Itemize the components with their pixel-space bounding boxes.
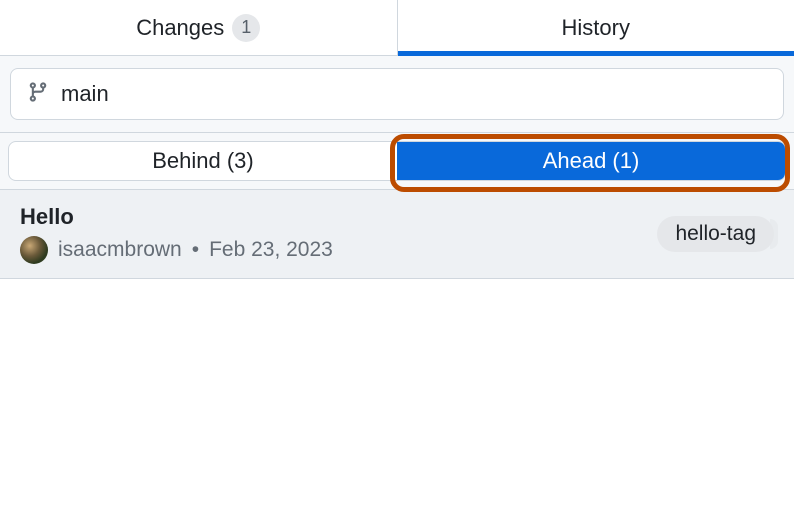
commit-date: Feb 23, 2023 <box>209 238 333 262</box>
tab-changes[interactable]: Changes 1 <box>0 0 398 55</box>
tab-history[interactable]: History <box>398 0 794 55</box>
tag-pill[interactable]: hello-tag <box>657 216 774 252</box>
tag-label: hello-tag <box>675 222 756 245</box>
avatar <box>20 236 48 264</box>
branch-selector[interactable]: main <box>10 68 784 120</box>
segment-behind-label: Behind (3) <box>152 148 254 174</box>
branch-bar: main <box>0 56 794 133</box>
commit-title: Hello <box>20 204 333 230</box>
git-branch-icon <box>27 81 49 108</box>
compare-bar: Behind (3) Ahead (1) <box>0 133 794 190</box>
segment-ahead-label: Ahead (1) <box>543 148 640 174</box>
commit-list: Hello isaacmbrown • Feb 23, 2023 hello-t… <box>0 190 794 279</box>
commit-info: Hello isaacmbrown • Feb 23, 2023 <box>20 204 333 264</box>
separator-dot: • <box>192 238 199 262</box>
segment-behind[interactable]: Behind (3) <box>9 142 397 180</box>
segment-ahead[interactable]: Ahead (1) <box>397 142 785 180</box>
changes-count-badge: 1 <box>232 14 260 42</box>
tab-changes-label: Changes <box>136 15 224 41</box>
commit-meta: isaacmbrown • Feb 23, 2023 <box>20 236 333 264</box>
segmented-control: Behind (3) Ahead (1) <box>8 141 786 181</box>
branch-name: main <box>61 81 109 107</box>
tab-bar: Changes 1 History <box>0 0 794 56</box>
commit-row[interactable]: Hello isaacmbrown • Feb 23, 2023 hello-t… <box>0 190 794 279</box>
commit-author: isaacmbrown <box>58 238 182 262</box>
tab-history-label: History <box>562 15 630 41</box>
